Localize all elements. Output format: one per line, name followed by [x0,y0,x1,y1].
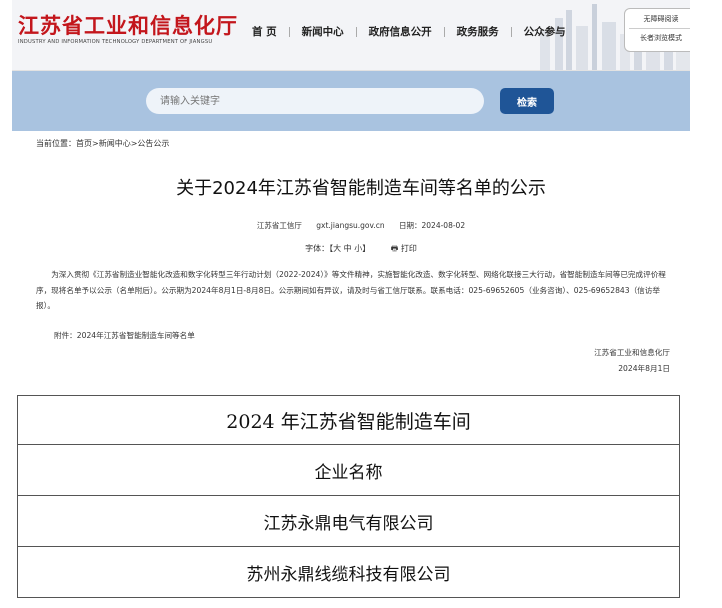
article-meta: 江苏省工信厅 gxt.jiangsu.gov.cn 日期：2024-08-02 [0,220,722,231]
search-input[interactable] [146,88,484,114]
search-button[interactable]: 检索 [500,88,554,114]
font-size-medium[interactable]: 中 [344,244,352,253]
article-source: 江苏省工信厅 [256,221,302,230]
article-site: gxt.jiangsu.gov.cn [316,221,385,230]
font-size-bracket: 】 [362,244,371,253]
breadcrumb-announcements[interactable]: 公告公示 [137,139,169,148]
breadcrumb: 当前位置：首页>新闻中心>公告公示 [36,138,169,149]
breadcrumb-separator: > [92,139,99,148]
company-list-table: 2024 年江苏省智能制造车间 企业名称 江苏永鼎电气有限公司 苏州永鼎线缆科技… [17,395,680,598]
print-button[interactable]: 🖶 打印 [391,244,417,253]
breadcrumb-home[interactable]: 首页 [76,139,92,148]
font-size-controls: 字体：【大 中 小】 🖶 打印 [0,243,722,257]
breadcrumb-label: 当前位置： [36,139,76,148]
site-logo-subtitle: INDUSTRY AND INFORMATION TECHNOLOGY DEPA… [18,39,213,45]
print-icon: 🖶 [390,244,399,253]
table-row: 江苏永鼎电气有限公司 [17,495,680,547]
table-title: 2024 年江苏省智能制造车间 [17,395,680,445]
article-sign-date: 2024年8月1日 [618,364,670,373]
accessible-reading-button[interactable]: 无障碍阅读 [625,14,690,24]
site-header: 江苏省工业和信息化厅 INDUSTRY AND INFORMATION TECH… [12,0,690,71]
table-title-row: 2024 年江苏省智能制造车间 [17,395,680,445]
divider [629,28,690,29]
article-signature: 江苏省工业和信息化厅 [594,348,670,357]
font-size-large[interactable]: 大 [333,244,341,253]
main-nav: 首 页 新闻中心 政府信息公开 政务服务 公众参与 [240,24,578,39]
nav-gov-service[interactable]: 政务服务 [445,24,511,39]
article-paragraph: 为深入贯彻《江苏省制造业智能化改造和数字化转型三年行动计划（2022-2024）… [36,270,666,310]
nav-public-participation[interactable]: 公众参与 [512,24,578,39]
search-bar: 检索 [12,71,690,131]
table-header-row: 企业名称 [17,444,680,496]
table-cell: 江苏永鼎电气有限公司 [17,495,680,547]
article-title: 关于2024年江苏省智能制造车间等名单的公示 [176,178,546,199]
article-body: 为深入贯彻《江苏省制造业智能化改造和数字化转型三年行动计划（2022-2024）… [36,267,676,314]
table-header: 企业名称 [17,444,680,496]
breadcrumb-news-center[interactable]: 新闻中心 [99,139,131,148]
elder-mode-button[interactable]: 长者浏览模式 [625,33,690,43]
site-logo-title[interactable]: 江苏省工业和信息化厅 [18,10,238,40]
nav-gov-info[interactable]: 政府信息公开 [357,24,444,39]
nav-news-center[interactable]: 新闻中心 [290,24,356,39]
accessibility-panel: 无障碍阅读 长者浏览模式 [624,8,690,52]
table-row: 苏州永鼎线缆科技有限公司 [17,546,680,598]
print-label: 打印 [400,244,417,253]
article-attachment[interactable]: 附件：2024年江苏省智能制造车间等名单 [54,330,195,341]
nav-home[interactable]: 首 页 [240,24,289,39]
article-date: 日期：2024-08-02 [399,221,466,230]
font-size-label: 字体：【 [305,244,334,253]
table-cell: 苏州永鼎线缆科技有限公司 [17,546,680,598]
